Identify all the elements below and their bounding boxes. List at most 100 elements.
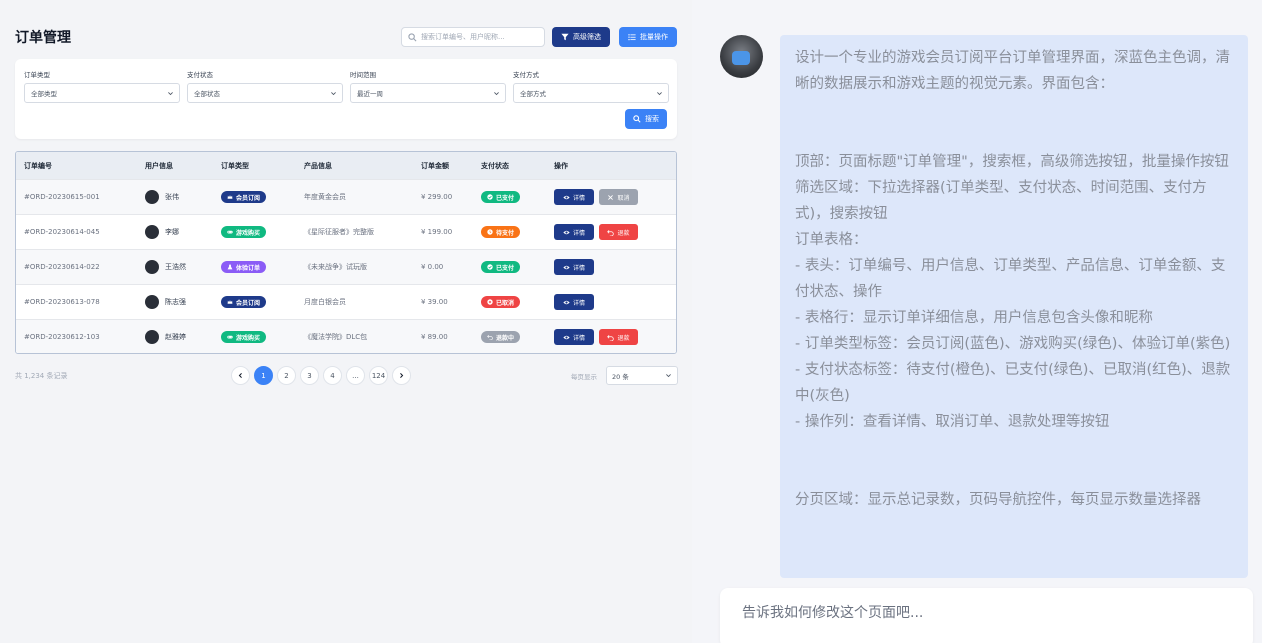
order-amount: ¥ 299.00 <box>421 193 453 201</box>
pay-status: 待支付 <box>481 215 521 249</box>
action-button-refund[interactable]: 退款 <box>599 329 638 345</box>
chat-message-text: 设计一个专业的游戏会员订阅平台订单管理界面，深蓝色主色调，清晰的数据展示和游戏主… <box>795 50 1231 508</box>
batch-operation-label: 批量操作 <box>640 33 668 41</box>
order-type: 体验订单 <box>221 250 267 284</box>
page-title: 订单管理 <box>15 30 71 46</box>
avatar <box>145 225 159 239</box>
page-button[interactable]: 3 <box>300 366 319 385</box>
table-row: #ORD-20230615-001 张伟 会员订阅 年度黄金会员 ¥ 299.00 已支付… <box>16 179 676 214</box>
action-button-detail[interactable]: 详情 <box>554 329 594 345</box>
order-id: #ORD-20230613-078 <box>24 298 100 306</box>
user-info: 张伟 <box>145 180 179 214</box>
order-id: #ORD-20230614-045 <box>24 228 100 236</box>
order-type-label: 会员订阅 <box>236 194 261 202</box>
user-info: 赵雅婷 <box>145 320 186 353</box>
table-row: #ORD-20230613-078 陈志强 会员订阅 月度白银会员 ¥ 39.00 已取消… <box>16 284 676 319</box>
page-button[interactable]: 124 <box>369 366 388 385</box>
avatar <box>145 295 159 309</box>
eye-icon <box>563 230 570 234</box>
gamepad-icon <box>227 335 233 339</box>
per-page-select[interactable]: 20 条 <box>606 366 678 385</box>
chat-input-placeholder: 告诉我如何修改这个页面吧... <box>742 605 924 621</box>
page-button[interactable]: ... <box>346 366 365 385</box>
avatar <box>720 35 763 78</box>
chevron-down-icon <box>494 91 499 95</box>
filter-search-button[interactable]: 搜索 <box>625 109 667 129</box>
page-button[interactable]: 2 <box>277 366 296 385</box>
action-label: 退款 <box>617 334 630 342</box>
orders-table: 订单编号 用户信息 订单类型 产品信息 订单金额 支付状态 操作 #ORD-20… <box>15 151 677 354</box>
clock-icon <box>487 229 493 235</box>
action-button-detail[interactable]: 详情 <box>554 294 594 310</box>
crown-icon <box>227 195 233 199</box>
order-amount: ¥ 89.00 <box>421 333 448 341</box>
chevron-down-icon <box>666 374 671 378</box>
action-button-cancel[interactable]: 取消 <box>599 189 638 205</box>
order-type-label: 游戏购买 <box>236 334 261 342</box>
order-id: #ORD-20230612-103 <box>24 333 100 341</box>
page-button[interactable]: 1 <box>254 366 273 385</box>
gamepad-icon <box>227 230 233 234</box>
table-row: #ORD-20230614-022 王浩然 体验订单 《未来战争》试玩版 ¥ 0.00 已… <box>16 249 676 284</box>
product-info: 年度黄金会员 <box>304 193 346 201</box>
table-header: 订单编号 用户信息 订单类型 产品信息 订单金额 支付状态 操作 <box>16 152 676 179</box>
filter-icon <box>561 33 569 41</box>
order-amount: ¥ 199.00 <box>421 228 453 236</box>
search-icon <box>633 115 641 123</box>
order-search-input[interactable] <box>401 27 545 47</box>
column-header: 用户信息 <box>145 161 173 170</box>
order-type: 游戏购买 <box>221 215 267 249</box>
order-type-select[interactable]: 全部类型 <box>24 83 180 103</box>
filter-label: 支付状态 <box>187 71 213 79</box>
x-circle-icon <box>487 299 493 305</box>
product-info: 《未来战争》试玩版 <box>304 263 367 271</box>
order-type-tag: 会员订阅 <box>221 296 267 308</box>
row-actions: 详情 <box>554 250 599 284</box>
search-field[interactable] <box>421 33 541 41</box>
column-header: 订单类型 <box>221 161 249 170</box>
action-button-detail[interactable]: 详情 <box>554 189 594 205</box>
time-range-select[interactable]: 最近一周 <box>350 83 506 103</box>
column-header: 订单金额 <box>421 161 449 170</box>
action-button-detail[interactable]: 详情 <box>554 224 594 240</box>
undo-icon <box>607 229 615 236</box>
order-id: #ORD-20230615-001 <box>24 193 100 201</box>
status-badge: 已支付 <box>481 261 521 273</box>
advanced-filter-button[interactable]: 高级筛选 <box>552 27 610 47</box>
action-label: 详情 <box>572 299 585 307</box>
pay-status: 已取消 <box>481 285 521 319</box>
column-header: 支付状态 <box>481 161 509 170</box>
select-value: 全部方式 <box>520 90 546 98</box>
order-type-tag: 会员订阅 <box>221 191 267 203</box>
order-type-label: 游戏购买 <box>236 229 261 237</box>
avatar <box>145 190 159 204</box>
order-type-tag: 体验订单 <box>221 261 267 273</box>
order-type-tag: 游戏购买 <box>221 331 267 343</box>
row-actions: 详情 退款 <box>554 215 638 249</box>
prev-page-button[interactable] <box>231 366 250 385</box>
user-info: 陈志强 <box>145 285 186 319</box>
action-label: 详情 <box>572 264 585 272</box>
action-button-refund[interactable]: 退款 <box>599 224 638 240</box>
select-value: 全部状态 <box>194 90 220 98</box>
table-row: #ORD-20230612-103 赵雅婷 游戏购买 《魔法学院》DLC包 ¥ 89.0… <box>16 319 676 353</box>
column-header: 产品信息 <box>304 161 332 170</box>
batch-operation-button[interactable]: 批量操作 <box>619 27 677 47</box>
eye-icon <box>563 300 570 304</box>
table-row: #ORD-20230614-045 李娜 游戏购买 《星际征服者》完整版 ¥ 199.0… <box>16 214 676 249</box>
chevron-left-icon <box>238 373 242 378</box>
action-button-detail[interactable]: 详情 <box>554 259 594 275</box>
x-icon <box>608 194 614 200</box>
filter-label: 订单类型 <box>24 71 50 79</box>
chat-input[interactable]: 告诉我如何修改这个页面吧... <box>720 588 1253 643</box>
user-name: 王浩然 <box>165 263 186 271</box>
pay-status-select[interactable]: 全部状态 <box>187 83 343 103</box>
action-label: 详情 <box>572 229 585 237</box>
pay-method-select[interactable]: 全部方式 <box>513 83 669 103</box>
filter-pay-status: 支付状态 全部状态 <box>187 69 343 103</box>
product-info: 《星际征服者》完整版 <box>304 228 374 236</box>
undo-icon <box>487 334 493 340</box>
table-body: #ORD-20230615-001 张伟 会员订阅 年度黄金会员 ¥ 299.00 已支付… <box>16 179 676 353</box>
next-page-button[interactable] <box>392 366 411 385</box>
page-button[interactable]: 4 <box>323 366 342 385</box>
